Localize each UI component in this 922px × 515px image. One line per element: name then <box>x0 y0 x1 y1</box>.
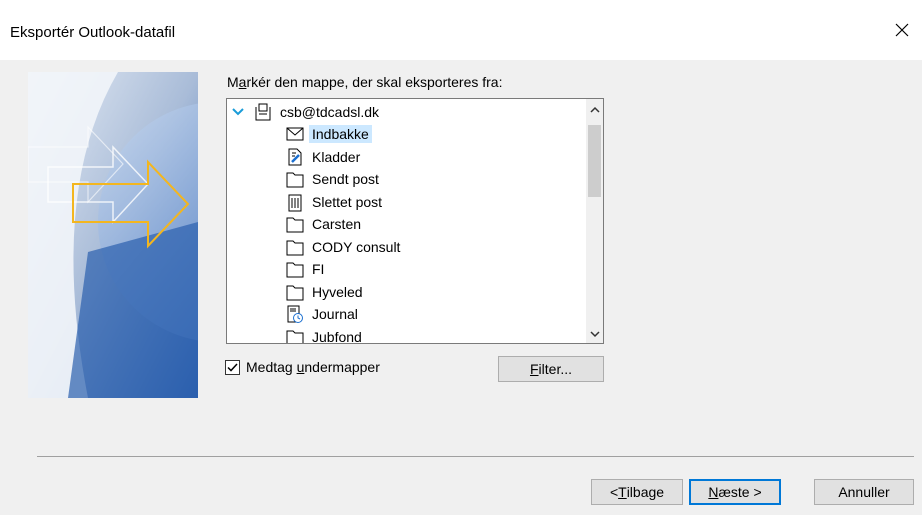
tree-item-label: Slettet post <box>312 193 383 210</box>
wizard-graphic <box>28 72 198 398</box>
folder-icon <box>285 259 305 279</box>
include-subfolders-checkbox[interactable]: Medtag undermapper <box>225 359 380 375</box>
draft-icon <box>285 147 305 167</box>
tree-item-label: Journal <box>312 306 358 322</box>
tree-item-label: Jubfond <box>312 328 362 344</box>
folder-icon <box>285 282 305 302</box>
tree-item[interactable]: Carsten <box>285 213 364 235</box>
divider <box>37 456 914 457</box>
journal-icon <box>285 304 305 324</box>
trash-icon <box>285 192 305 212</box>
scroll-up-icon[interactable] <box>586 101 603 118</box>
tree-item-label: FI <box>312 261 325 277</box>
tree-item[interactable]: Indbakke <box>285 123 372 145</box>
tree-root-account[interactable]: csb@tdcadsl.dk <box>231 101 382 123</box>
tree-root-label: csb@tdcadsl.dk <box>280 104 380 120</box>
tree-item-label: Carsten <box>312 216 362 232</box>
envelope-icon <box>285 124 305 144</box>
tree-item[interactable]: Hyveled <box>285 281 366 303</box>
folder-tree[interactable]: csb@tdcadsl.dk Indbakke Kladder Sendt post… <box>226 98 604 344</box>
scroll-thumb[interactable] <box>588 125 601 197</box>
folder-icon <box>285 237 305 257</box>
tree-scrollbar[interactable] <box>586 99 603 343</box>
title-bar: Eksportér Outlook-datafil <box>0 0 922 60</box>
tree-item[interactable]: Sendt post <box>285 168 382 190</box>
tree-item-label: Hyveled <box>312 283 363 300</box>
folder-icon <box>285 327 305 343</box>
checkbox-box[interactable] <box>225 359 240 375</box>
tree-item-label: Indbakke <box>309 125 372 143</box>
folder-icon <box>285 214 305 234</box>
next-button[interactable]: Næste > <box>689 479 781 505</box>
tree-item-label: CODY consult <box>312 238 401 255</box>
tree-item[interactable]: Jubfond <box>285 326 365 344</box>
tree-item-label: Kladder <box>312 148 361 165</box>
chevron-down-icon[interactable] <box>231 105 245 119</box>
close-icon[interactable] <box>892 20 912 40</box>
folder-icon <box>285 169 305 189</box>
cancel-button[interactable]: Annuller <box>814 479 914 505</box>
tree-item[interactable]: Journal <box>285 303 361 325</box>
scroll-down-icon[interactable] <box>586 325 603 342</box>
include-subfolders-label: Medtag undermapper <box>246 359 380 375</box>
mailbox-icon <box>253 102 273 122</box>
tree-item[interactable]: CODY consult <box>285 236 403 258</box>
tree-item[interactable]: Kladder <box>285 146 363 168</box>
tree-item[interactable]: FI <box>285 258 327 280</box>
folder-prompt-label: Markér den mappe, der skal eksporteres f… <box>227 74 503 90</box>
tree-item[interactable]: Slettet post <box>285 191 385 213</box>
back-button[interactable]: < Tilbage <box>591 479 683 505</box>
tree-item-label: Sendt post <box>312 171 379 187</box>
dialog-title: Eksportér Outlook-datafil <box>10 24 176 41</box>
filter-button[interactable]: Filter... <box>498 356 604 382</box>
